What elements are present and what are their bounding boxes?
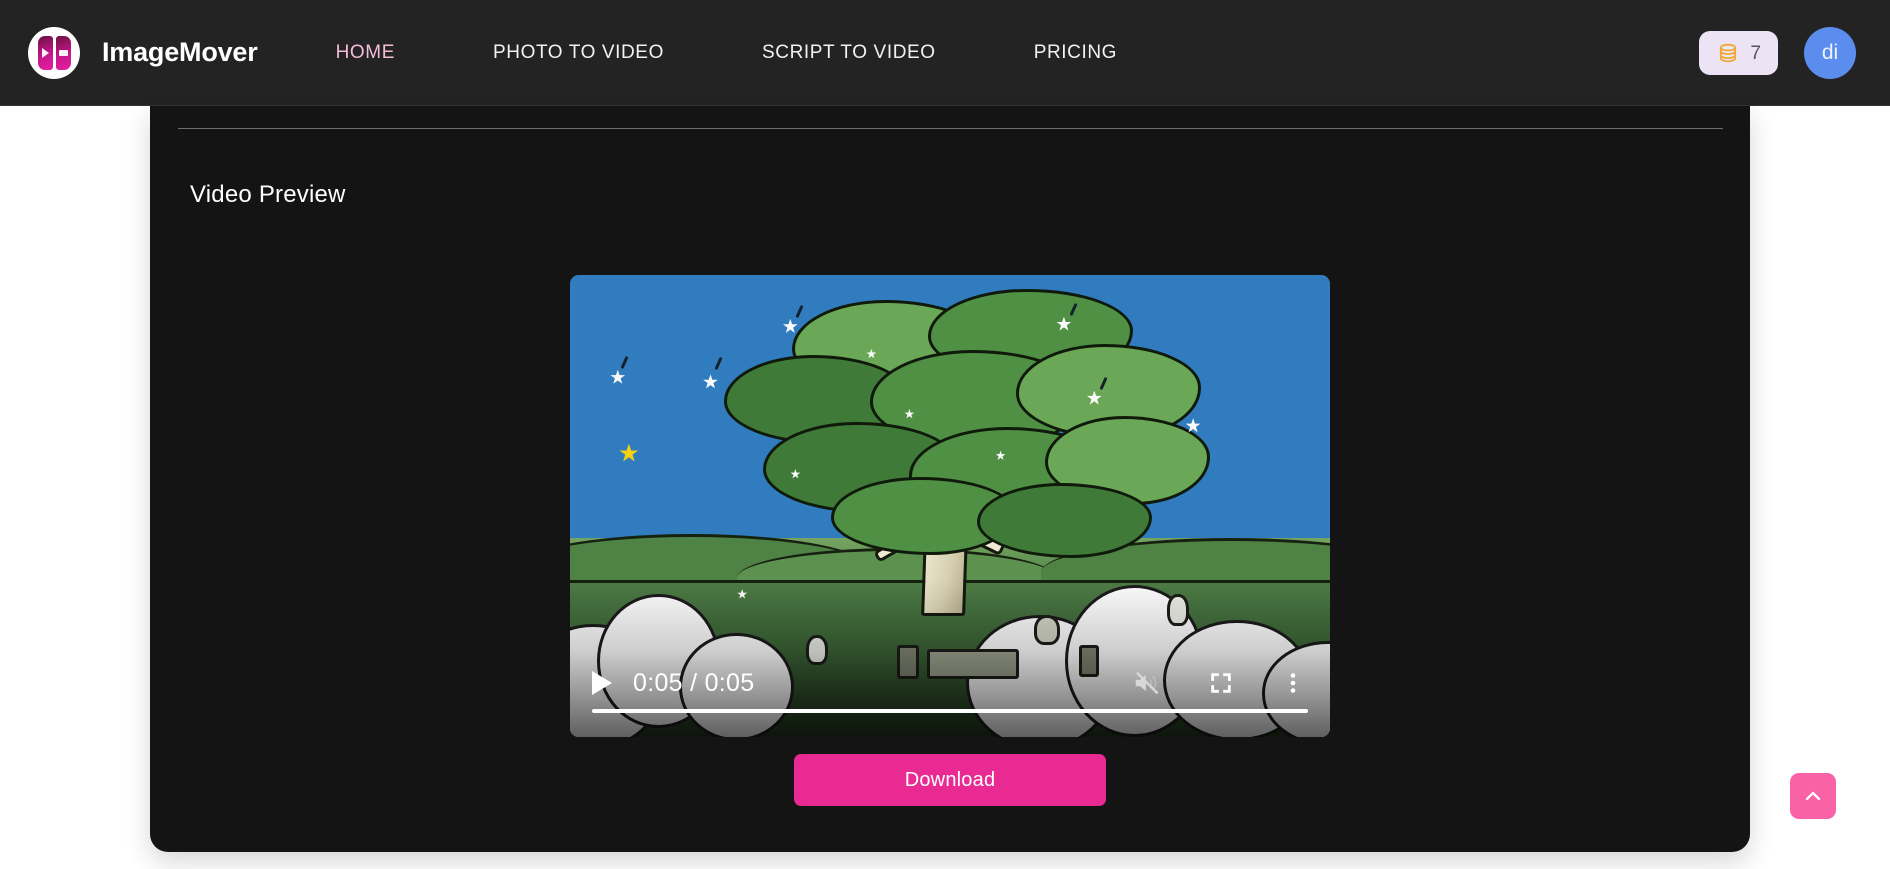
play-icon[interactable]: [592, 671, 612, 695]
imagemover-logo-icon: [28, 26, 80, 79]
nav-link-photo-to-video[interactable]: PHOTO TO VIDEO: [493, 42, 664, 64]
page-body: Video Preview 0:05 / 0:05 Download: [0, 106, 1890, 869]
card-divider: [178, 128, 1723, 129]
credits-count: 7: [1750, 42, 1761, 64]
avatar[interactable]: di: [1804, 27, 1856, 79]
video-player[interactable]: 0:05 / 0:05: [570, 275, 1330, 737]
top-navbar: ImageMover HOME PHOTO TO VIDEO SCRIPT TO…: [0, 0, 1890, 106]
nav-link-pricing[interactable]: PRICING: [1034, 42, 1117, 64]
nav-links: HOME PHOTO TO VIDEO SCRIPT TO VIDEO PRIC…: [336, 42, 1216, 64]
download-button[interactable]: Download: [794, 754, 1106, 806]
logo-panel-right: [55, 35, 71, 70]
more-options-icon[interactable]: [1282, 670, 1304, 696]
credits-badge[interactable]: 7: [1699, 31, 1778, 75]
video-time-display: 0:05 / 0:05: [633, 668, 755, 697]
page-title: Video Preview: [190, 181, 346, 208]
nav-link-home[interactable]: HOME: [336, 42, 395, 64]
scroll-to-top-button[interactable]: [1790, 773, 1836, 819]
cat-character: [1166, 593, 1189, 626]
play-glyph: [41, 47, 49, 58]
chevron-up-icon: [1805, 791, 1821, 801]
video-controls: 0:05 / 0:05: [570, 641, 1330, 737]
brand-name: ImageMover: [102, 37, 258, 67]
nav-link-script-to-video[interactable]: SCRIPT TO VIDEO: [762, 42, 936, 64]
coins-stack-icon: [1720, 43, 1737, 63]
frame-glyph: [58, 49, 68, 56]
brand[interactable]: ImageMover: [28, 26, 258, 79]
navbar-right-group: 7 di: [1699, 0, 1856, 106]
app-root: ImageMover HOME PHOTO TO VIDEO SCRIPT TO…: [0, 0, 1890, 869]
canopy-blob: [977, 482, 1153, 558]
fullscreen-icon[interactable]: [1208, 670, 1234, 696]
logo-panel-left: [37, 35, 53, 70]
volume-muted-icon[interactable]: [1132, 668, 1162, 698]
video-progress-fill: [592, 709, 1308, 713]
video-progress-bar[interactable]: [592, 709, 1308, 713]
content-card: Video Preview 0:05 / 0:05 Download: [150, 106, 1750, 852]
pointer-arrow-icon: [1268, 842, 1498, 852]
